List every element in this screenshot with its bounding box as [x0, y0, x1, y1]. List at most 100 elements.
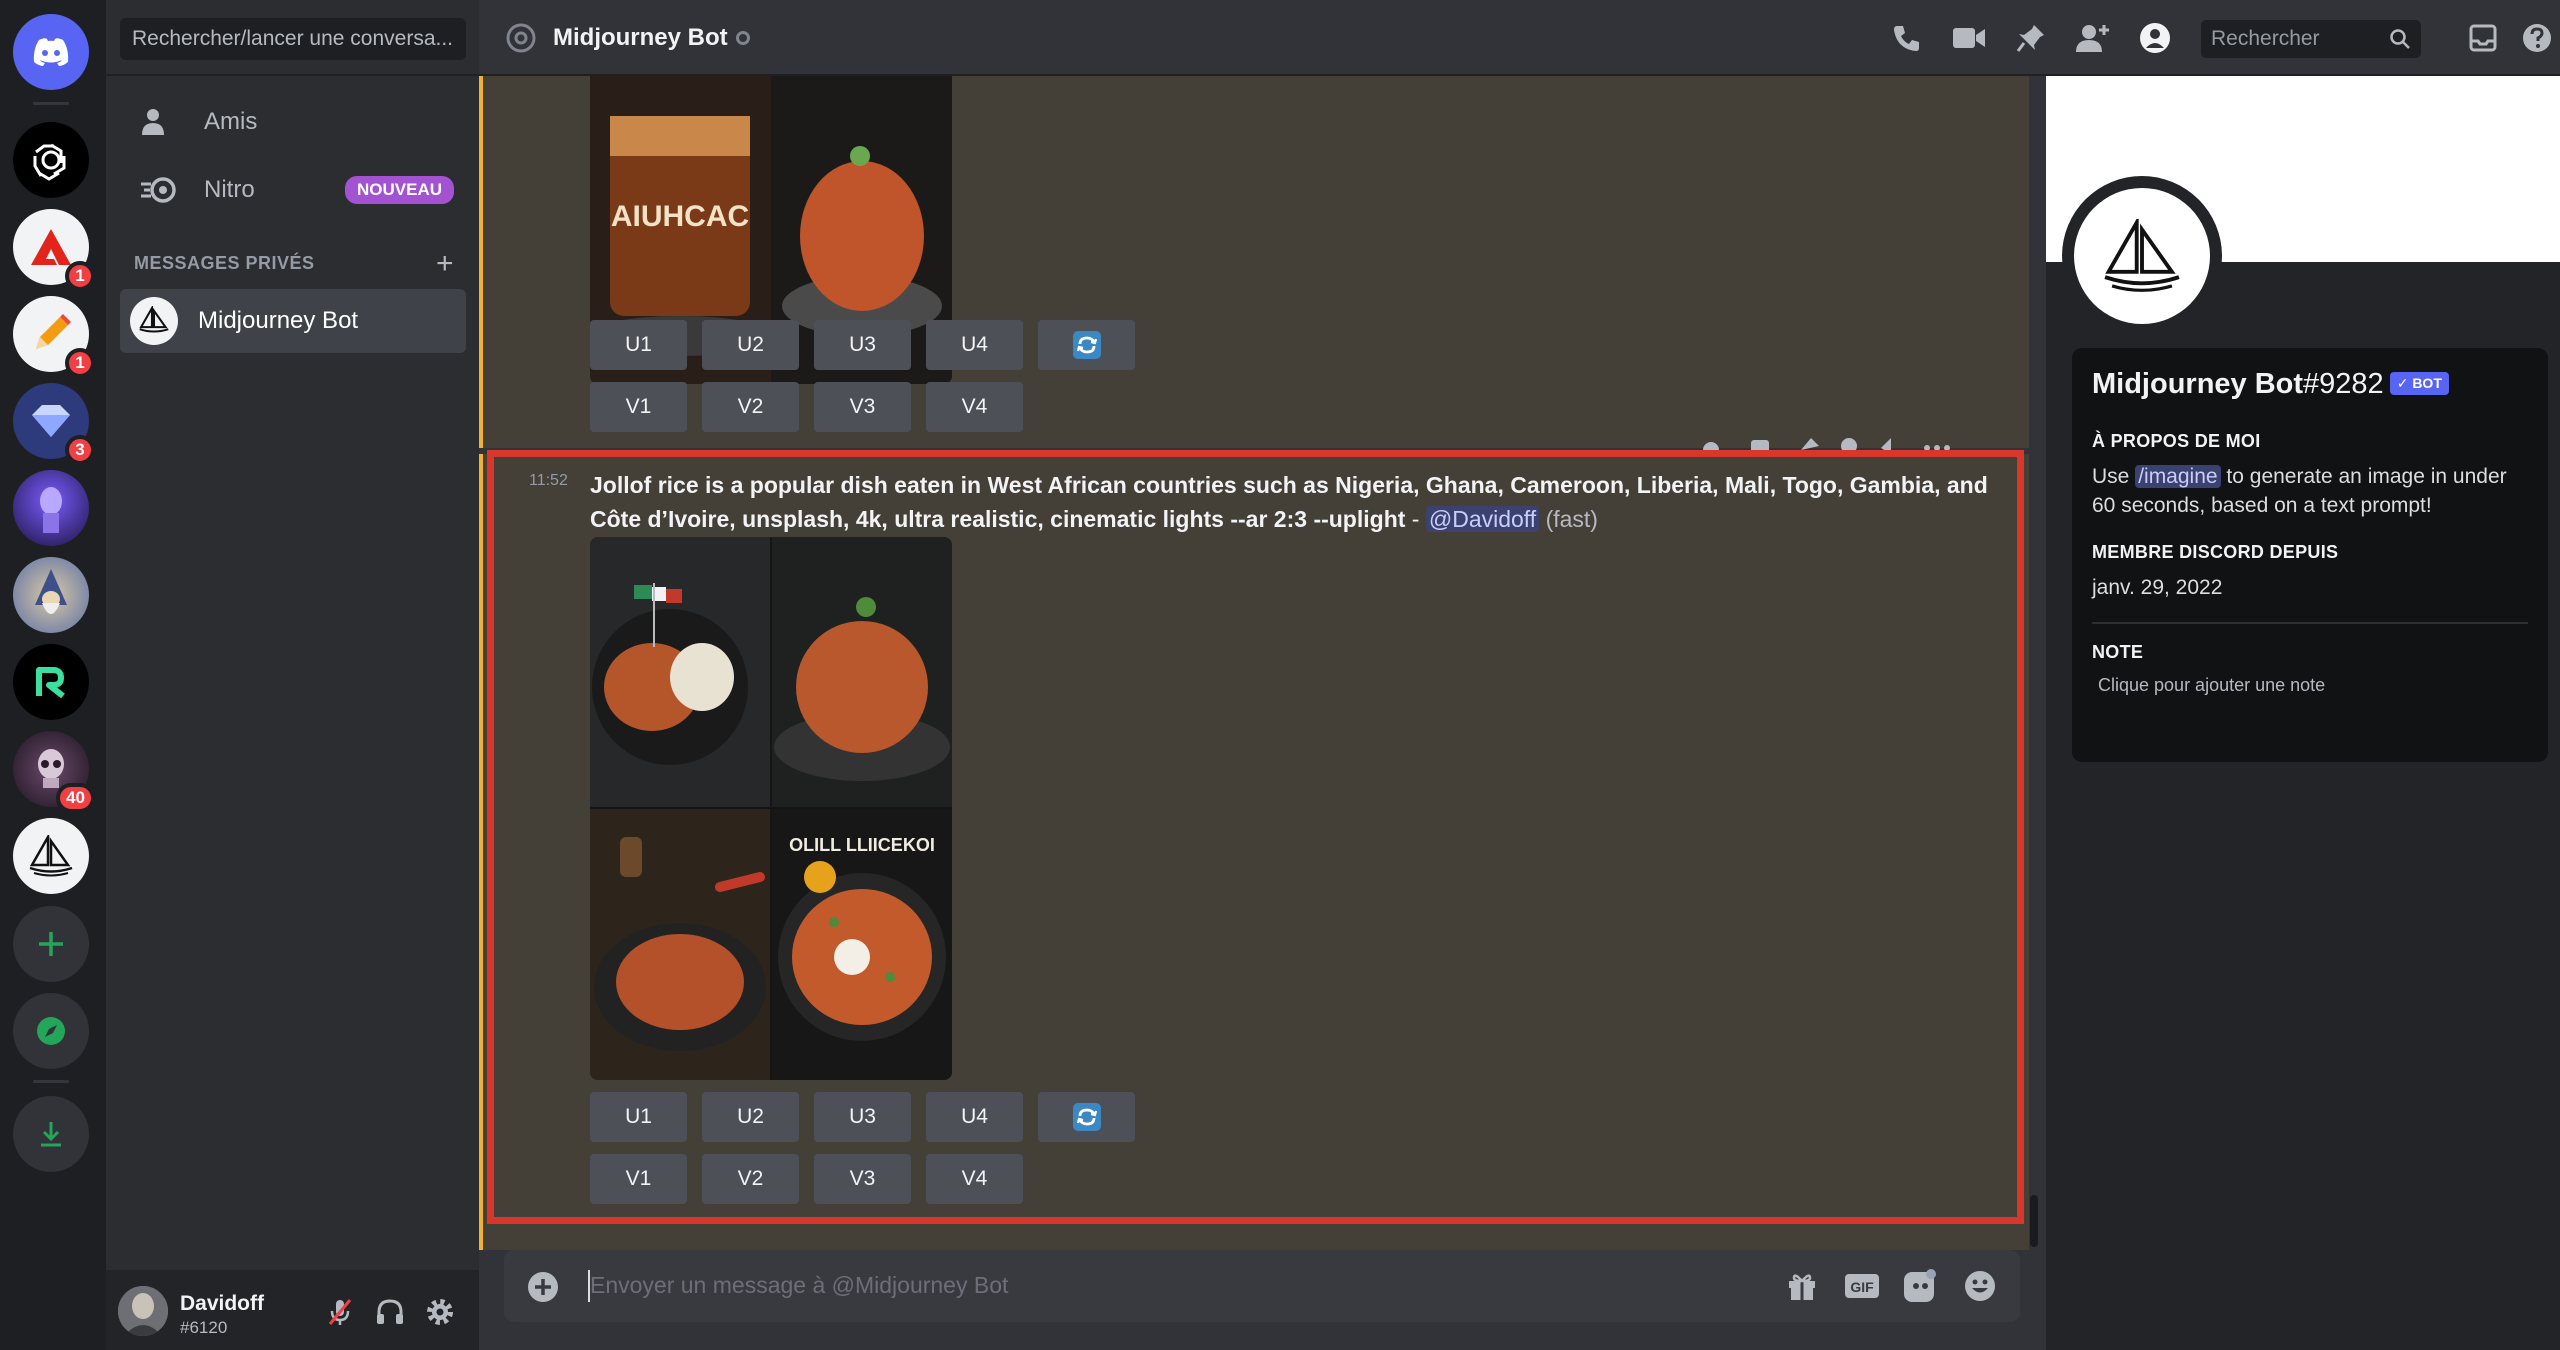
user-panel: Davidoff #6120	[106, 1270, 479, 1350]
u3-button[interactable]: U3	[814, 320, 911, 370]
unread-badge: 1	[65, 348, 95, 378]
server-midjourney[interactable]	[13, 818, 89, 894]
avatar	[130, 297, 178, 345]
home-button[interactable]	[13, 14, 89, 90]
upscale-buttons-previous: U1 U2 U3 U4	[590, 320, 1135, 370]
profile-card: Midjourney Bot#9282 ✓ BOT À PROPOS DE MOI…	[2072, 348, 2548, 762]
dm-section-header: MESSAGES PRIVÉS +	[134, 247, 454, 280]
openai-icon	[13, 122, 89, 198]
nav-friends-label: Amis	[204, 108, 258, 135]
header-search-input[interactable]: Rechercher	[2201, 20, 2421, 58]
midjourney-boat-icon	[13, 818, 89, 894]
offline-status-icon	[736, 31, 750, 45]
message-input[interactable]: Envoyer un message à @Midjourney Bot	[590, 1272, 1008, 1299]
dm-item-label: Midjourney Bot	[198, 307, 359, 334]
server-diamond[interactable]: 3	[13, 383, 95, 465]
download-icon	[13, 1096, 89, 1172]
nav-nitro-label: Nitro	[204, 176, 255, 203]
midjourney-boat-icon	[2074, 188, 2210, 324]
discord-app: 1 1 3 40 Rechercher/lancer une conversa.…	[0, 0, 2560, 1350]
v2-button[interactable]: V2	[702, 382, 799, 432]
server-skull[interactable]: 40	[13, 731, 95, 813]
dm-section-title: MESSAGES PRIVÉS	[134, 253, 315, 273]
unread-badge: 3	[65, 435, 95, 465]
server-rail: 1 1 3 40	[0, 0, 106, 1350]
profile-discriminator: #9282	[2303, 368, 2384, 400]
rail-separator	[33, 1080, 69, 1083]
image-label-text: AIUHCAC	[611, 200, 749, 233]
message-hover-toolbar[interactable]	[1701, 432, 2001, 452]
attach-plus-icon[interactable]	[526, 1270, 560, 1309]
imagine-command[interactable]: /imagine	[2135, 465, 2221, 488]
compass-icon	[13, 993, 89, 1069]
member-since-date: janv. 29, 2022	[2092, 576, 2223, 599]
emoji-icon[interactable]	[1962, 1268, 1998, 1304]
about-title: À PROPOS DE MOI	[2092, 431, 2261, 451]
wizard-avatar-icon	[13, 557, 89, 633]
dm-item-midjourney-bot[interactable]: Midjourney Bot	[120, 289, 466, 353]
mute-mic-icon[interactable]	[320, 1292, 360, 1332]
at-sign-icon	[505, 22, 537, 59]
header-search-placeholder: Rechercher	[2211, 27, 2320, 50]
u1-button[interactable]: U1	[590, 320, 687, 370]
profile-name: Midjourney Bot#9282 ✓ BOT	[2092, 368, 2528, 401]
about-text: Use /imagine to generate an image in und…	[2092, 465, 2507, 517]
add-friends-to-dm-icon[interactable]	[2075, 20, 2111, 56]
message-composer[interactable]: Envoyer un message à @Midjourney Bot GIF	[504, 1250, 2020, 1322]
variation-buttons-previous: V1 V2 V3 V4	[590, 382, 1023, 432]
find-conversation-input[interactable]: Rechercher/lancer une conversa...	[120, 18, 466, 60]
help-icon[interactable]	[2519, 20, 2555, 56]
gif-icon[interactable]: GIF	[1844, 1268, 1880, 1304]
rail-separator	[33, 102, 69, 105]
explore-servers-button[interactable]	[13, 993, 89, 1069]
add-server-button[interactable]	[13, 906, 89, 982]
gift-icon[interactable]	[1784, 1268, 1820, 1304]
user-profile-icon[interactable]	[2137, 20, 2173, 56]
plus-icon	[13, 906, 89, 982]
message-list: AIUHCAC U1 U2 U3 U4 V1 V2 V3 V4 11:52 Jo…	[479, 76, 2046, 1250]
divider	[2092, 622, 2528, 624]
discord-logo-icon	[13, 14, 89, 90]
download-apps-button[interactable]	[13, 1096, 89, 1172]
server-statue[interactable]	[13, 470, 89, 546]
create-dm-plus-icon[interactable]: +	[436, 247, 454, 281]
nitro-icon	[140, 170, 180, 210]
server-rewind[interactable]	[13, 644, 89, 720]
nav-friends[interactable]: Amis	[120, 92, 466, 152]
server-adobe[interactable]: 1	[13, 209, 95, 291]
highlight-annotation-box	[487, 450, 2024, 1224]
refresh-icon	[1072, 331, 1101, 359]
unread-badge: 40	[56, 783, 95, 813]
reroll-button[interactable]	[1038, 320, 1135, 370]
new-badge: NOUVEAU	[344, 176, 454, 204]
server-pencil[interactable]: 1	[13, 296, 95, 378]
video-call-icon[interactable]	[1951, 20, 1987, 56]
divider	[106, 74, 479, 76]
settings-gear-icon[interactable]	[420, 1292, 460, 1332]
u4-button[interactable]: U4	[926, 320, 1023, 370]
search-icon	[2389, 28, 2411, 56]
dm-sidebar: Rechercher/lancer une conversa... Amis N…	[106, 0, 479, 1350]
member-since-title: MEMBRE DISCORD DEPUIS	[2092, 542, 2339, 562]
v3-button[interactable]: V3	[814, 382, 911, 432]
svg-text:GIF: GIF	[1850, 1279, 1874, 1295]
u2-button[interactable]: U2	[702, 320, 799, 370]
user-avatar[interactable]	[118, 1286, 168, 1336]
v4-button[interactable]: V4	[926, 382, 1023, 432]
friends-icon	[140, 102, 180, 142]
chat-scrollbar[interactable]	[2030, 1195, 2038, 1247]
user-profile-panel: Midjourney Bot#9282 ✓ BOT À PROPOS DE MOI…	[2046, 76, 2560, 1350]
server-wizard[interactable]	[13, 557, 89, 633]
v1-button[interactable]: V1	[590, 382, 687, 432]
sticker-icon[interactable]	[1902, 1268, 1938, 1304]
server-chatgpt[interactable]	[13, 122, 89, 198]
pinned-messages-icon[interactable]	[2013, 20, 2049, 56]
note-input[interactable]: Clique pour ajouter une note	[2092, 675, 2528, 696]
headphones-icon[interactable]	[370, 1292, 410, 1332]
voice-call-icon[interactable]	[1889, 20, 1925, 56]
inbox-icon[interactable]	[2465, 20, 2501, 56]
profile-avatar[interactable]	[2062, 176, 2222, 336]
nav-nitro[interactable]: Nitro NOUVEAU	[120, 160, 466, 220]
bot-badge: ✓ BOT	[2389, 372, 2449, 395]
profile-username: Midjourney Bot	[2092, 368, 2304, 400]
